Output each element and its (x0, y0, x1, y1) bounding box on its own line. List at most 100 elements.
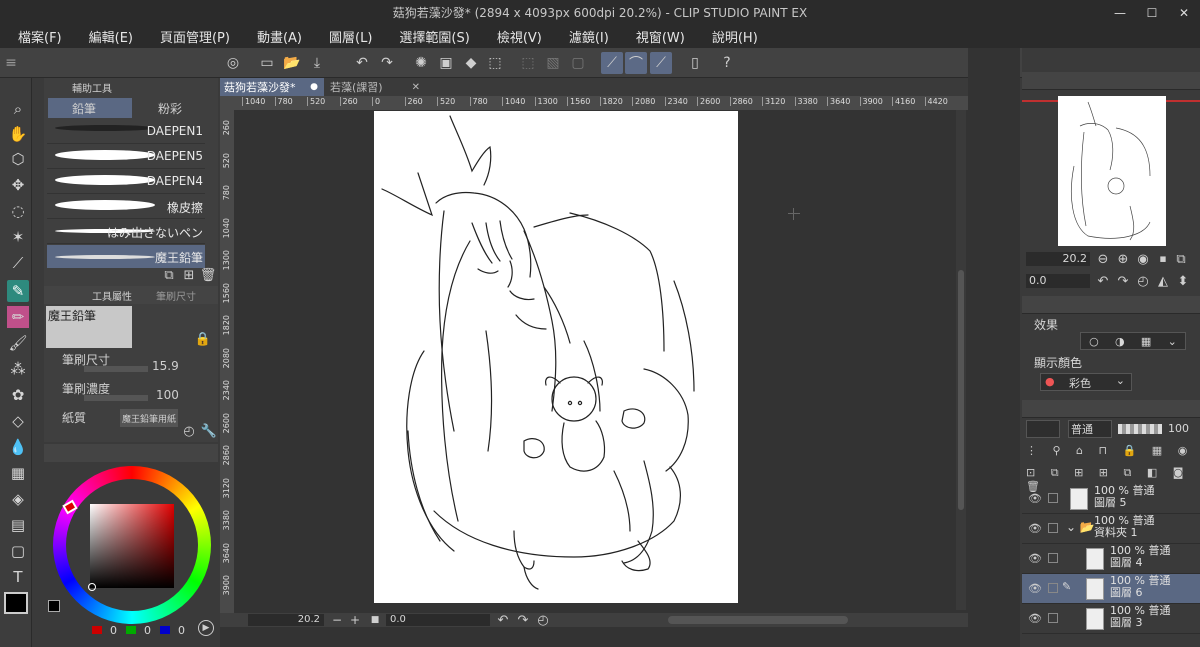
layer-color-select[interactable] (1026, 420, 1060, 438)
rotate-left-icon[interactable]: ↶ (494, 611, 512, 629)
effect-dropdown-icon[interactable]: ⌄ (1168, 335, 1177, 348)
clear-outside-icon[interactable]: ▣ (435, 52, 457, 74)
blend-tool-icon[interactable]: 💧 (7, 436, 29, 458)
brush-item[interactable]: DAEPEN5 (47, 145, 205, 169)
mini-main-color[interactable] (48, 600, 60, 612)
invert-selection-icon[interactable]: ▧ (542, 52, 564, 74)
nav-fit-window-icon[interactable]: ⧉ (1172, 250, 1190, 268)
open-file-icon[interactable]: 📂 (281, 52, 303, 74)
opacity-slider[interactable] (1118, 424, 1162, 434)
rotate-right-icon[interactable]: ↷ (514, 611, 532, 629)
effect-tone-icon[interactable]: ◑ (1115, 335, 1125, 348)
canvas-paper[interactable] (374, 111, 738, 603)
help-icon[interactable]: ? (716, 52, 738, 74)
visibility-eye-icon[interactable]: 👁 (1028, 612, 1042, 625)
layer-command-row-1[interactable]: ⋮ ⚲ ⌂ ⊓ 🔒 ▦ ◉ (1026, 444, 1196, 462)
brush-size-tab[interactable]: 筆刷尺寸 (156, 286, 196, 304)
scrollbar-thumb[interactable] (958, 270, 964, 510)
lock-icon[interactable]: 🔒 (194, 330, 212, 348)
create-subtool-icon[interactable]: ⊞ (180, 266, 198, 284)
zoom-tool-icon[interactable]: ⌕ (7, 98, 29, 120)
layer-row[interactable]: 👁 ✎ 100 % 普通 圖層 6 (1022, 574, 1200, 604)
brush-size-value[interactable]: 15.9 (152, 357, 179, 375)
paper-value[interactable]: 魔王鉛筆用紙 (120, 409, 179, 427)
nav-rotate-right-icon[interactable]: ↷ (1114, 272, 1132, 290)
gradient-tool-icon[interactable]: ▤ (7, 514, 29, 536)
menu-file[interactable]: 檔案(F) (0, 27, 71, 46)
vertical-scrollbar[interactable] (956, 110, 966, 610)
brush-item[interactable]: 橡皮擦 (47, 195, 205, 219)
document-tab[interactable]: 若藻(課習) ✕ (326, 78, 426, 96)
fill-icon[interactable]: ◆ (460, 52, 482, 74)
zoom-in-icon[interactable]: + (346, 611, 364, 629)
fit-icon[interactable]: ■ (366, 611, 384, 629)
reset-icon[interactable]: ◴ (180, 422, 198, 440)
layer-row[interactable]: 👁 100 % 普通 圖層 5 (1022, 484, 1200, 514)
layer-lock-checkbox[interactable] (1048, 553, 1058, 563)
settings-icon[interactable]: 🔧 (200, 422, 218, 440)
selection-border-icon[interactable]: ▢ (567, 52, 589, 74)
nav-flip-v-icon[interactable]: ⬍ (1174, 272, 1192, 290)
effect-dot-icon[interactable]: ▦ (1141, 335, 1151, 348)
brush-size-slider[interactable] (84, 366, 148, 372)
effect-none-icon[interactable]: ○ (1089, 335, 1099, 348)
redo-icon[interactable]: ↷ (376, 52, 398, 74)
subtool-tab-pencil[interactable]: 鉛筆 (48, 98, 132, 118)
airbrush-tool-icon[interactable]: ⁂ (7, 358, 29, 380)
snap-ruler-icon[interactable]: ⟋ (601, 52, 623, 74)
brush-item[interactable]: DAEPEN4 (47, 170, 205, 194)
snap-special-ruler-icon[interactable]: ⌒ (625, 52, 647, 74)
menu-layer[interactable]: 圖層(L) (311, 27, 381, 46)
zoom-out-icon[interactable]: − (328, 611, 346, 629)
hand-tool-icon[interactable]: ✋ (7, 123, 29, 145)
visibility-eye-icon[interactable]: 👁 (1028, 552, 1042, 565)
rotation-field[interactable]: 0.0 (386, 614, 490, 626)
save-icon[interactable]: ⤓ (306, 52, 328, 74)
layer-command-row-2[interactable]: ⊡ ⧉ ⊞ ⊞ ⧉ ◧ ◙ 🗑 (1026, 466, 1196, 493)
snap-grid-icon[interactable]: ⟋ (650, 52, 672, 74)
color-picker-handle[interactable] (88, 583, 96, 591)
frame-tool-icon[interactable]: ▢ (7, 540, 29, 562)
pencil-tool-icon[interactable]: ✏ (7, 306, 29, 328)
move-tool-icon[interactable]: ✥ (7, 174, 29, 196)
layer-lock-checkbox[interactable] (1048, 523, 1058, 533)
folder-icon[interactable]: ⌄ 📂 (1066, 520, 1095, 534)
object-tool-icon[interactable]: ⬡ (7, 148, 29, 170)
new-file-icon[interactable]: ▭ (256, 52, 278, 74)
clip-studio-icon[interactable]: ◎ (222, 52, 244, 74)
lasso-tool-icon[interactable]: ◌ (7, 200, 29, 222)
clear-icon[interactable]: ✺ (410, 52, 432, 74)
layer-row[interactable]: 👁 ⌄ 📂 100 % 普通 資料夾 1 (1022, 514, 1200, 544)
copy-subtool-icon[interactable]: ⧉ (160, 266, 178, 284)
layer-lock-checkbox[interactable] (1048, 613, 1058, 623)
nav-fit-icon[interactable]: ⏹ (1154, 250, 1172, 268)
nav-rotate-left-icon[interactable]: ↶ (1094, 272, 1112, 290)
deselect-icon[interactable]: ⬚ (517, 52, 539, 74)
eraser-tool-icon[interactable]: ◇ (7, 410, 29, 432)
brush-item[interactable]: はみ出さないペン (47, 220, 205, 244)
visibility-eye-icon[interactable]: 👁 (1028, 582, 1042, 595)
horizontal-scrollbar[interactable] (668, 616, 848, 624)
layer-row[interactable]: 👁 100 % 普通 圖層 3 (1022, 604, 1200, 634)
visibility-eye-icon[interactable]: 👁 (1028, 522, 1042, 535)
layer-lock-checkbox[interactable] (1048, 493, 1058, 503)
opacity-value[interactable]: 100 (1168, 422, 1189, 435)
nav-flip-h-icon[interactable]: ◭ (1154, 272, 1172, 290)
layer-lock-checkbox[interactable] (1048, 583, 1058, 593)
menu-animation[interactable]: 動畫(A) (239, 27, 311, 46)
maximize-button[interactable]: ☐ (1136, 0, 1168, 25)
fill-tool-icon[interactable]: ◈ (7, 488, 29, 510)
close-tab-icon[interactable]: ✕ (412, 82, 420, 93)
close-button[interactable]: ✕ (1168, 0, 1200, 25)
menu-filter[interactable]: 濾鏡(I) (551, 27, 618, 46)
document-tab-active[interactable]: 菇狗若藻沙發* ● (220, 78, 324, 96)
nav-reset-rotation-icon[interactable]: ◴ (1134, 272, 1152, 290)
play-icon[interactable]: ▶ (198, 620, 214, 636)
display-color-select[interactable]: ● 彩色 ⌄ (1040, 373, 1132, 391)
menu-help[interactable]: 說明(H) (694, 27, 767, 46)
brush-item[interactable]: DAEPEN1 (47, 120, 205, 144)
nav-actual-size-icon[interactable]: ◉ (1134, 250, 1152, 268)
undo-icon[interactable]: ↶ (351, 52, 373, 74)
nav-zoom-field[interactable]: 20.2 (1026, 252, 1090, 266)
menu-window[interactable]: 視窗(W) (618, 27, 694, 46)
